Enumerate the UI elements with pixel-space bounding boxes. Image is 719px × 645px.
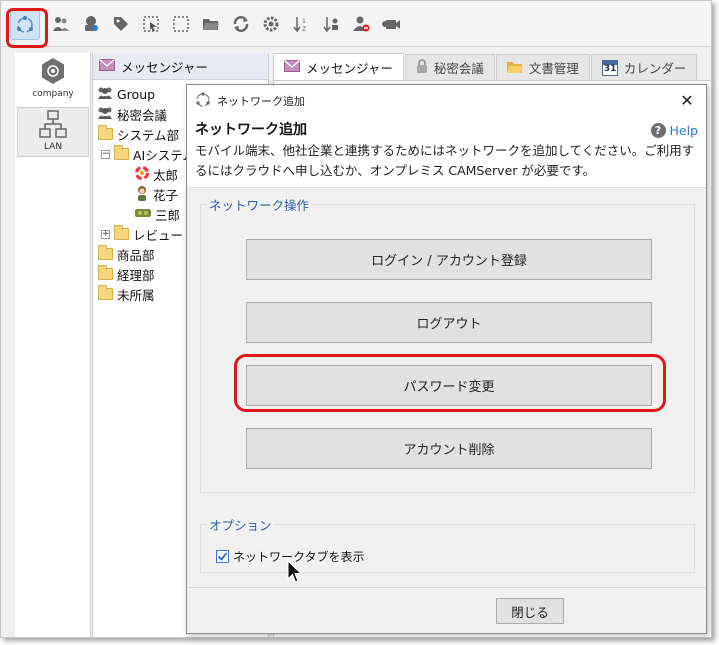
close-button[interactable]: 閉じる [496, 598, 564, 624]
logout-button[interactable]: ログアウト [246, 302, 652, 343]
tree-item-ai-system[interactable]: − AIシステム [101, 144, 195, 164]
network-panel: company LAN [15, 53, 91, 637]
collapse-icon[interactable]: − [101, 149, 110, 159]
folder-icon [506, 60, 523, 76]
tree-header-label: メッセンジャー [121, 59, 208, 75]
network-label: company [32, 89, 74, 99]
tree-item-label: システム部 [117, 127, 180, 143]
lan-icon [38, 109, 68, 142]
svg-text:Z: Z [302, 26, 306, 33]
tree-item-label: 太郎 [153, 167, 179, 183]
svg-text:1: 1 [302, 18, 306, 25]
user-settings-icon[interactable] [79, 12, 103, 36]
tree-item-label: 花子 [153, 187, 179, 203]
show-network-tab-checkbox[interactable] [216, 550, 229, 563]
folder-icon [98, 125, 113, 140]
network-add-icon [195, 91, 211, 111]
change-password-button[interactable]: パスワード変更 [246, 365, 652, 406]
network-lan[interactable]: LAN [17, 107, 89, 157]
mouse-cursor-icon [287, 559, 303, 587]
company-icon [38, 56, 68, 89]
tree-item-label: 三郎 [155, 207, 181, 223]
tab-document-management[interactable]: 文書管理 [495, 54, 590, 80]
tab-label: メッセンジャー [306, 60, 393, 76]
tab-label: 秘密会議 [433, 61, 484, 76]
tree-item-label: 未所属 [117, 287, 155, 303]
tab-messenger[interactable]: メッセンジャー [273, 53, 404, 80]
dialog-window-title: ネットワーク追加 [217, 95, 305, 108]
user-status-icon [135, 165, 149, 183]
options-group: オプション ネットワークタブを表示 [200, 515, 695, 573]
mail-icon [284, 59, 300, 75]
tree-item-taro[interactable]: 太郎 [135, 164, 178, 184]
tree-item-label: Group [117, 86, 156, 102]
folder-icon [98, 245, 113, 260]
calendar-icon: 31 [601, 59, 618, 76]
mail-icon [99, 58, 115, 74]
tree-item-saburo[interactable]: 三郎 [135, 204, 180, 224]
tab-bar: メッセンジャー 秘密会議 文書管理 31 カレンダー [273, 53, 711, 80]
lock-icon [416, 59, 428, 76]
dialog-footer: 閉じる [187, 587, 706, 633]
dialog-titlebar: ネットワーク追加 ✕ [187, 85, 706, 117]
tree-item-group[interactable]: Group [97, 84, 155, 104]
network-add-icon[interactable] [10, 10, 40, 40]
user-avatar-icon [135, 207, 151, 222]
tree-item-product-dept[interactable]: 商品部 [98, 244, 155, 264]
tab-calendar[interactable]: 31 カレンダー [590, 54, 698, 80]
group-icon [97, 86, 113, 103]
tab-label: カレンダー [623, 61, 687, 76]
login-register-button[interactable]: ログイン / アカウント登録 [246, 239, 652, 280]
tree-item-label: 商品部 [117, 247, 155, 263]
tree-item-hanako[interactable]: 花子 [135, 184, 178, 204]
network-company[interactable]: company [17, 53, 89, 103]
tree-item-label: 秘密会議 [117, 107, 168, 123]
folder-open-icon[interactable] [199, 12, 223, 36]
tab-secret-meeting[interactable]: 秘密会議 [404, 54, 495, 80]
folder-icon [114, 225, 129, 240]
group-title: ネットワーク操作 [207, 195, 312, 214]
folder-icon [98, 285, 113, 300]
help-label: Help [669, 123, 699, 138]
close-icon[interactable]: ✕ [678, 92, 696, 110]
tree-item-accounting-dept[interactable]: 経理部 [98, 264, 155, 284]
tree-item-system-dept[interactable]: システム部 [98, 124, 179, 144]
user-remove-icon[interactable] [349, 12, 373, 36]
network-label: LAN [43, 142, 63, 152]
select-icon[interactable] [139, 12, 163, 36]
dialog-description: モバイル端末、他社企業と連携するためにはネットワークを追加してください。ご利用す… [195, 143, 695, 178]
gear-icon[interactable] [259, 12, 283, 36]
group-title: オプション [207, 515, 274, 534]
network-operations-group: ネットワーク操作 ログイン / アカウント登録 ログアウト パスワード変更 アカ… [200, 195, 695, 493]
marquee-icon[interactable] [169, 12, 193, 36]
users-icon[interactable] [49, 12, 73, 36]
video-icon[interactable] [379, 12, 403, 36]
dialog-header: ネットワーク追加 ? Help モバイル端末、他社企業と連携するためにはネットワ… [187, 117, 706, 188]
user-avatar-icon [135, 185, 149, 204]
sync-icon[interactable] [229, 12, 253, 36]
tree-item-label: 経理部 [117, 267, 155, 283]
tree-item-unassigned[interactable]: 未所属 [98, 284, 155, 304]
folder-icon [114, 145, 129, 160]
toolbar: 1Z [1, 1, 711, 47]
sort-icon[interactable]: 1Z [289, 12, 313, 36]
tree-item-label: レビュー [133, 227, 184, 243]
tab-label: 文書管理 [528, 61, 579, 76]
help-icon: ? [650, 123, 666, 138]
tree-header: メッセンジャー [93, 53, 268, 80]
network-add-dialog: ネットワーク追加 ✕ ネットワーク追加 ? Help モバイル端末、他社企業と連… [186, 84, 707, 634]
tree-item-review[interactable]: + レビュー [101, 224, 183, 244]
dialog-heading: ネットワーク追加 [195, 122, 307, 138]
sort-down-icon[interactable] [319, 12, 343, 36]
tag-icon[interactable] [109, 12, 133, 36]
folder-icon [98, 265, 113, 280]
tree-item-secret-meeting[interactable]: 秘密会議 [97, 104, 167, 124]
group-icon [97, 106, 113, 123]
help-link[interactable]: ? Help [650, 123, 699, 138]
expand-icon[interactable]: + [101, 229, 110, 239]
delete-account-button[interactable]: アカウント削除 [246, 428, 652, 469]
calendar-day: 31 [603, 63, 617, 74]
